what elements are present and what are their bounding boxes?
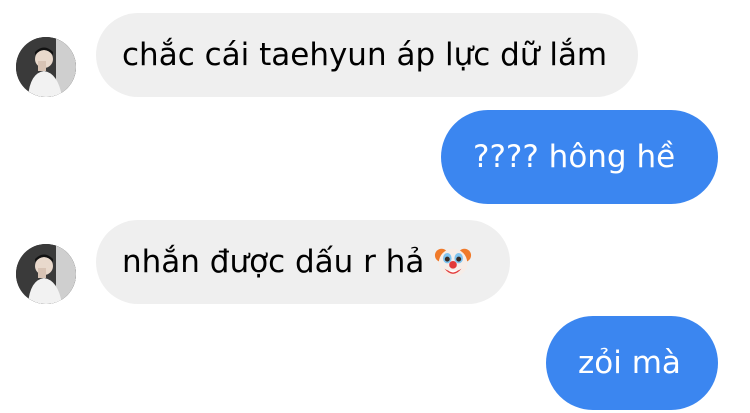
outgoing-message-bubble[interactable]: ???? hông hề <box>441 110 718 204</box>
incoming-message-bubble[interactable]: nhắn được dấu r hả <box>96 220 510 304</box>
message-row-outgoing: zỏi mà <box>0 316 750 410</box>
avatar-photo-icon <box>16 244 76 304</box>
message-row-outgoing: ???? hông hề <box>0 110 750 204</box>
message-row-incoming: nhắn được dấu r hả <box>0 220 750 306</box>
avatar-photo-icon <box>16 37 76 97</box>
message-text: chắc cái taehyun áp lực dữ lắm <box>122 37 608 73</box>
message-thread: chắc cái taehyun áp lực dữ lắm ???? hông… <box>0 0 750 413</box>
message-text: zỏi mà <box>578 345 681 381</box>
contact-avatar[interactable] <box>16 244 76 304</box>
clown-face-icon <box>435 248 472 278</box>
message-row-incoming: chắc cái taehyun áp lực dữ lắm <box>0 13 750 99</box>
message-text: ???? hông hề <box>473 139 676 175</box>
contact-avatar[interactable] <box>16 37 76 97</box>
message-text: nhắn được dấu r hả <box>122 244 425 280</box>
incoming-message-bubble[interactable]: chắc cái taehyun áp lực dữ lắm <box>96 13 638 97</box>
outgoing-message-bubble[interactable]: zỏi mà <box>546 316 718 410</box>
